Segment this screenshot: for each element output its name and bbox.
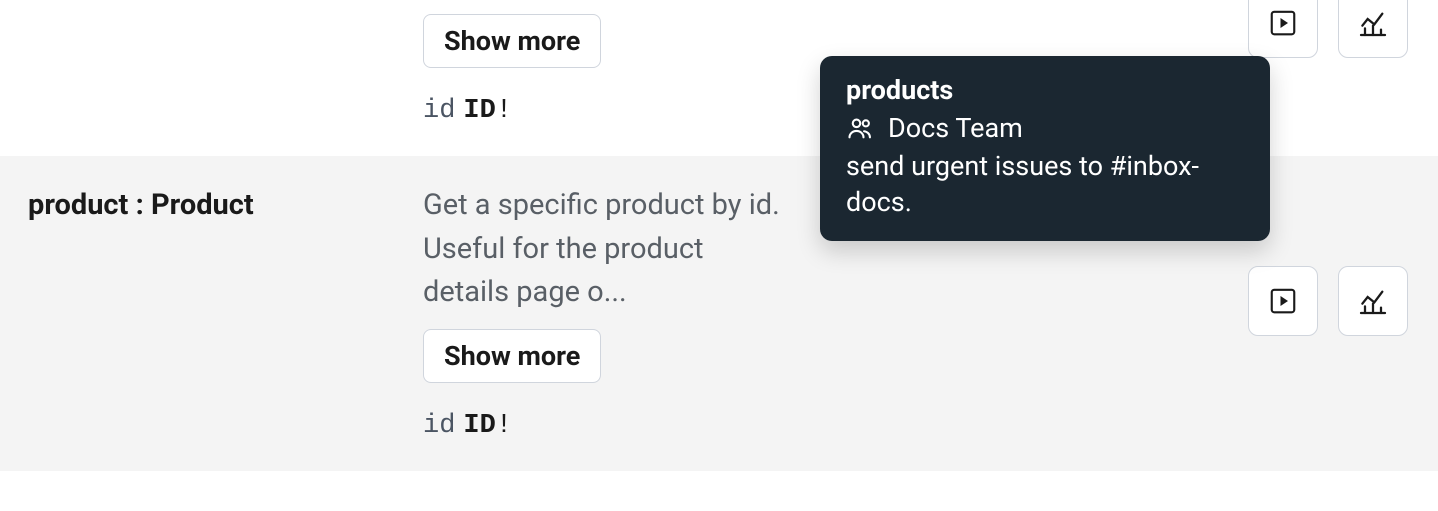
play-button[interactable] [1248, 266, 1318, 336]
play-button[interactable] [1248, 0, 1318, 58]
chart-icon [1357, 7, 1389, 39]
show-more-button[interactable]: Show more [423, 14, 601, 68]
argument-type: ID [463, 96, 495, 126]
argument-name: id [423, 96, 455, 126]
field-name-cell [0, 0, 395, 126]
argument-required: ! [496, 411, 512, 441]
field-type[interactable]: Product [151, 188, 254, 222]
tooltip-team: Docs Team [888, 112, 1023, 144]
argument-line: id ID! [423, 96, 790, 126]
tag-tooltip: products Docs Team send urgent issues to… [820, 56, 1270, 241]
chart-icon [1357, 285, 1389, 317]
users-icon [846, 114, 874, 142]
description-text: Get a specific product by id. Useful for… [423, 184, 790, 315]
argument-line: id ID! [423, 411, 790, 441]
play-icon [1268, 286, 1298, 316]
row-actions [1248, 0, 1408, 58]
field-name: product [28, 188, 128, 222]
insights-button[interactable] [1338, 0, 1408, 58]
field-name-cell: product : Product [0, 184, 395, 441]
play-icon [1268, 8, 1298, 38]
argument-name: id [423, 411, 455, 441]
insights-button[interactable] [1338, 266, 1408, 336]
description-cell: Show more id ID! [395, 0, 790, 126]
colon: : [128, 188, 151, 222]
tooltip-title: products [846, 74, 1244, 106]
argument-required: ! [496, 96, 512, 126]
show-more-button[interactable]: Show more [423, 329, 601, 383]
argument-type: ID [463, 411, 495, 441]
tooltip-team-row: Docs Team [846, 112, 1244, 144]
description-cell: Get a specific product by id. Useful for… [395, 184, 790, 441]
tooltip-description: send urgent issues to #inbox-docs. [846, 148, 1244, 221]
filler [0, 471, 1438, 485]
row-actions [1248, 266, 1408, 336]
schema-table: Show more id ID! [0, 0, 1438, 485]
